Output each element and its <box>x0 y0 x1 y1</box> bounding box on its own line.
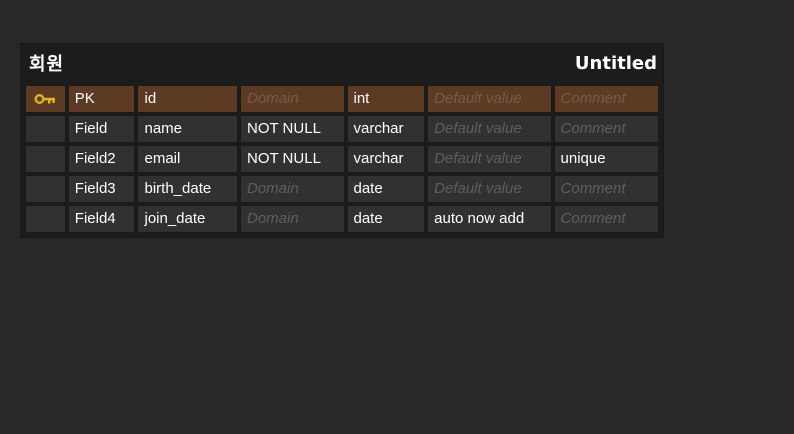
entity-header[interactable]: 회원 Untitled <box>21 44 663 82</box>
column-flag[interactable]: Field2 <box>67 145 136 173</box>
column-domain[interactable]: Domain <box>240 205 345 233</box>
column-key-cell[interactable] <box>25 175 66 203</box>
column-default[interactable]: Default value <box>427 175 552 203</box>
column-type[interactable]: varchar <box>346 115 426 143</box>
column-comment[interactable]: Comment <box>553 85 659 113</box>
column-row[interactable]: Field2 email NOT NULL varchar Default value u… <box>25 145 659 173</box>
column-type[interactable]: varchar <box>346 145 426 173</box>
column-row[interactable]: Field name NOT NULL varchar Default value Com… <box>25 115 659 143</box>
column-list: PK id Domain int Default value Comment Field na… <box>21 82 663 237</box>
column-flag[interactable]: Field3 <box>67 175 136 203</box>
column-type[interactable]: date <box>346 205 426 233</box>
column-key-cell[interactable] <box>25 205 66 233</box>
column-domain[interactable]: NOT NULL <box>240 145 345 173</box>
column-domain[interactable]: Domain <box>240 175 345 203</box>
column-name[interactable]: id <box>137 85 238 113</box>
column-default[interactable]: Default value <box>427 145 552 173</box>
key-icon <box>34 94 56 104</box>
column-comment[interactable]: Comment <box>553 205 659 233</box>
column-row[interactable]: Field3 birth_date Domain date Default value C… <box>25 175 659 203</box>
column-flag[interactable]: Field4 <box>67 205 136 233</box>
column-key-cell[interactable] <box>25 145 66 173</box>
entity-schema[interactable]: Untitled <box>575 53 657 74</box>
column-default[interactable]: Default value <box>427 115 552 143</box>
column-type[interactable]: int <box>346 85 426 113</box>
column-row[interactable]: Field4 join_date Domain date auto now add Com… <box>25 205 659 233</box>
column-comment[interactable]: Comment <box>553 175 659 203</box>
column-name[interactable]: join_date <box>137 205 238 233</box>
column-name[interactable]: email <box>137 145 238 173</box>
column-name[interactable]: name <box>137 115 238 143</box>
column-flag[interactable]: Field <box>67 115 136 143</box>
column-flag[interactable]: PK <box>67 85 136 113</box>
column-type[interactable]: date <box>346 175 426 203</box>
column-default[interactable]: auto now add <box>427 205 552 233</box>
column-key-cell[interactable] <box>25 115 66 143</box>
entity-table[interactable]: 회원 Untitled PK id Domain int Default value Co… <box>20 43 664 238</box>
column-name[interactable]: birth_date <box>137 175 238 203</box>
column-domain[interactable]: NOT NULL <box>240 115 345 143</box>
column-comment[interactable]: Comment <box>553 115 659 143</box>
erd-canvas[interactable]: 회원 Untitled PK id Domain int Default value Co… <box>0 0 794 434</box>
column-comment[interactable]: unique <box>553 145 659 173</box>
column-key-cell[interactable] <box>25 85 66 113</box>
column-default[interactable]: Default value <box>427 85 552 113</box>
entity-name[interactable]: 회원 <box>29 50 64 76</box>
column-row[interactable]: PK id Domain int Default value Comment <box>25 85 659 113</box>
column-domain[interactable]: Domain <box>240 85 345 113</box>
